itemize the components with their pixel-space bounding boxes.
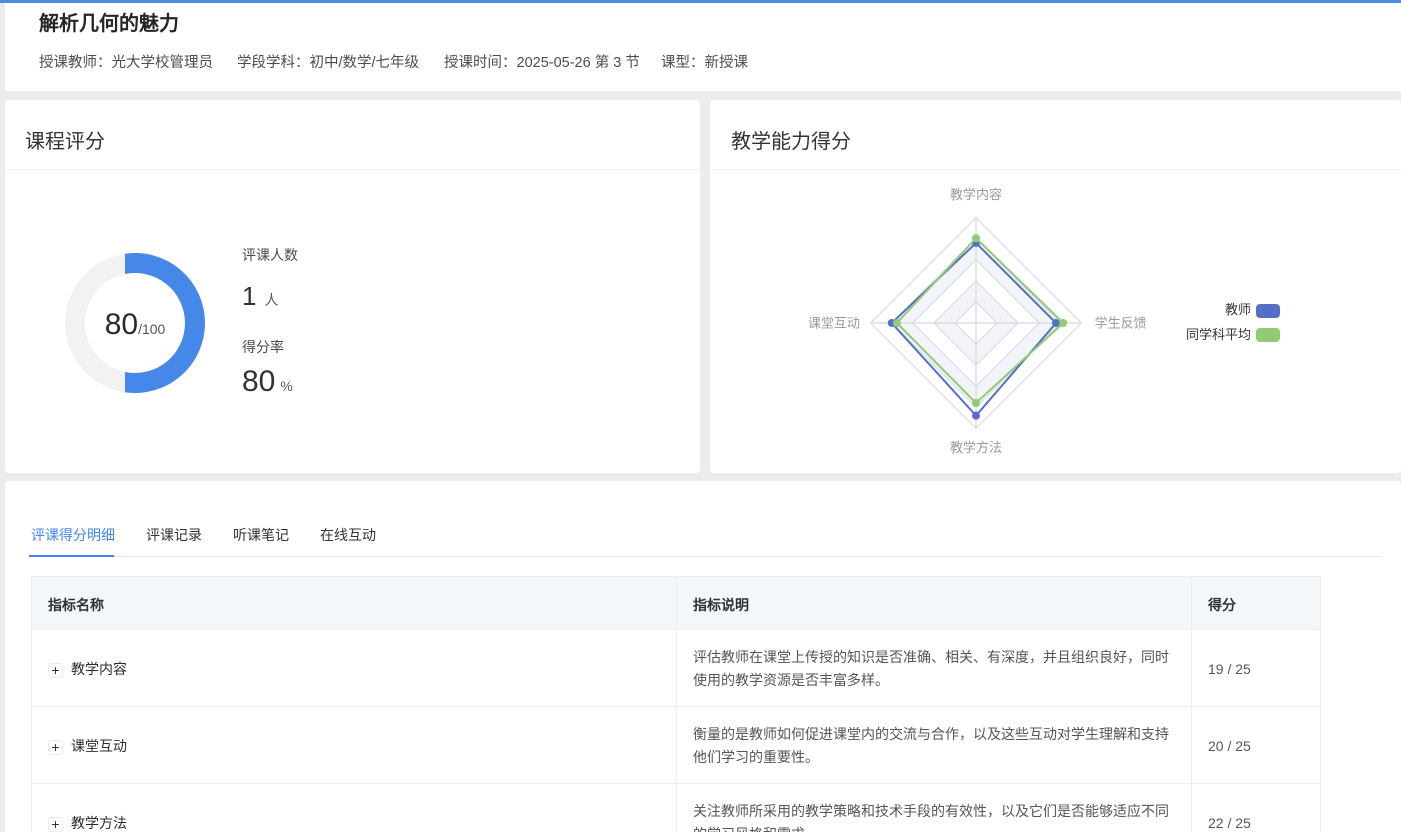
svg-text:教学内容: 教学内容: [950, 187, 1002, 202]
svg-text:教学方法: 教学方法: [950, 440, 1002, 455]
svg-text:课堂互动: 课堂互动: [808, 316, 860, 331]
